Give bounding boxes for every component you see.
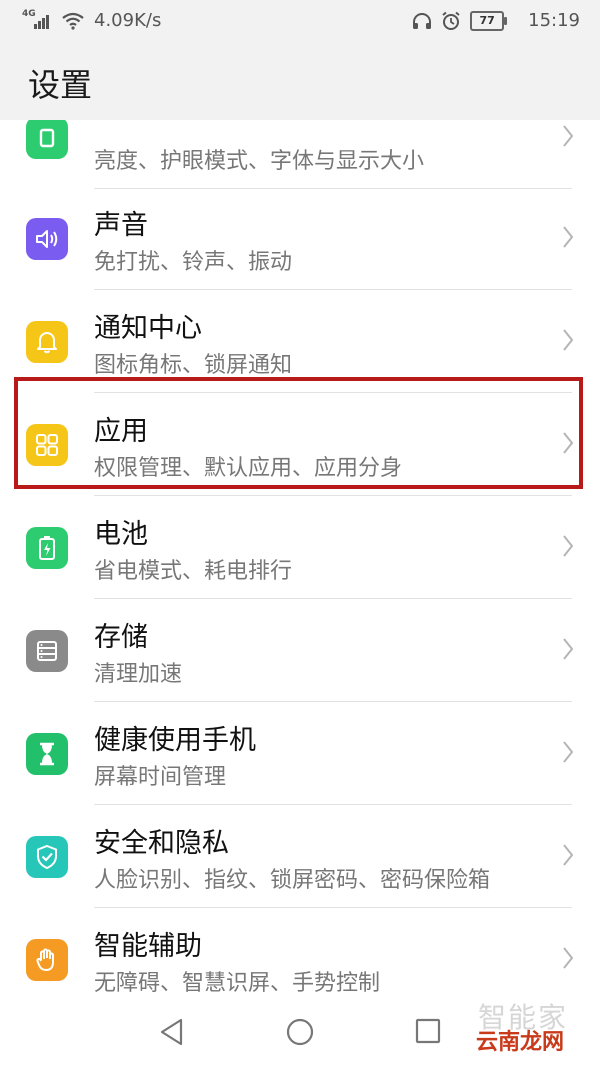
bell-icon xyxy=(26,321,68,363)
settings-item-subtitle: 省电模式、耗电排行 xyxy=(94,559,293,584)
chevron-right-icon xyxy=(563,947,574,969)
settings-item-security-privacy[interactable]: 安全和隐私 人脸识别、指纹、锁屏密码、密码保险箱 xyxy=(0,805,600,908)
settings-item-title: 声音 xyxy=(94,210,148,241)
hourglass-icon xyxy=(26,733,68,775)
settings-item-subtitle: 清理加速 xyxy=(94,662,183,687)
settings-item-title: 通知中心 xyxy=(94,313,202,344)
battery-icon xyxy=(26,527,68,569)
home-icon[interactable] xyxy=(286,1018,314,1046)
shield-check-icon xyxy=(26,836,68,878)
chevron-right-icon xyxy=(563,844,574,866)
chevron-right-icon xyxy=(563,329,574,351)
settings-item-title: 电池 xyxy=(94,519,148,550)
speaker-icon xyxy=(26,218,68,260)
watermark-faint-text: 智能家 xyxy=(477,1001,568,1034)
display-icon xyxy=(26,120,68,159)
settings-item-subtitle: 图标角标、锁屏通知 xyxy=(94,353,293,378)
settings-item-title: 智能辅助 xyxy=(94,931,202,962)
settings-item-storage[interactable]: 存储 清理加速 xyxy=(0,599,600,702)
page-title: 设置 xyxy=(28,66,93,104)
back-icon[interactable] xyxy=(159,1018,185,1046)
settings-item-title: 安全和隐私 xyxy=(94,828,229,859)
network-speed: 4.09K/s xyxy=(94,10,162,31)
settings-item-digital-balance[interactable]: 健康使用手机 屏幕时间管理 xyxy=(0,702,600,805)
storage-icon xyxy=(26,630,68,672)
app-header: 设置 xyxy=(0,42,600,120)
clock: 15:19 xyxy=(528,10,580,31)
settings-item-subtitle: 免打扰、铃声、振动 xyxy=(94,250,293,275)
recents-icon[interactable] xyxy=(415,1018,441,1044)
settings-list: 亮度、护眼模式、字体与显示大小 声音 免打扰、铃声、振动 通知中心 图标角标、锁… xyxy=(0,120,600,992)
status-bar: 4G 4.09K/s 77 15:19 xyxy=(0,0,600,42)
settings-item-display[interactable]: 亮度、护眼模式、字体与显示大小 xyxy=(0,120,600,189)
settings-item-subtitle: 无障碍、智慧识屏、手势控制 xyxy=(94,971,381,992)
settings-item-title: 健康使用手机 xyxy=(94,725,256,756)
highlight-box xyxy=(14,377,583,489)
chevron-right-icon xyxy=(563,125,574,147)
settings-item-subtitle: 人脸识别、指纹、锁屏密码、密码保险箱 xyxy=(94,868,491,893)
watermark: 智能家 云南龙网 xyxy=(471,1001,568,1056)
battery-indicator: 77 xyxy=(470,10,508,31)
chevron-right-icon xyxy=(563,638,574,660)
chevron-right-icon xyxy=(563,535,574,557)
signal-icon: 4G xyxy=(22,9,52,31)
wifi-icon xyxy=(62,12,84,30)
chevron-right-icon xyxy=(563,226,574,248)
chevron-right-icon xyxy=(563,741,574,763)
settings-item-title: 存储 xyxy=(94,622,148,653)
settings-item-sound[interactable]: 声音 免打扰、铃声、振动 xyxy=(0,187,600,290)
hand-icon xyxy=(26,939,68,981)
settings-item-battery[interactable]: 电池 省电模式、耗电排行 xyxy=(0,496,600,599)
settings-item-smart-assistance[interactable]: 智能辅助 无障碍、智慧识屏、手势控制 xyxy=(0,908,600,992)
settings-item-subtitle: 屏幕时间管理 xyxy=(94,765,227,790)
settings-item-subtitle: 亮度、护眼模式、字体与显示大小 xyxy=(94,149,425,174)
headphones-icon xyxy=(413,12,432,29)
alarm-icon xyxy=(442,11,460,30)
